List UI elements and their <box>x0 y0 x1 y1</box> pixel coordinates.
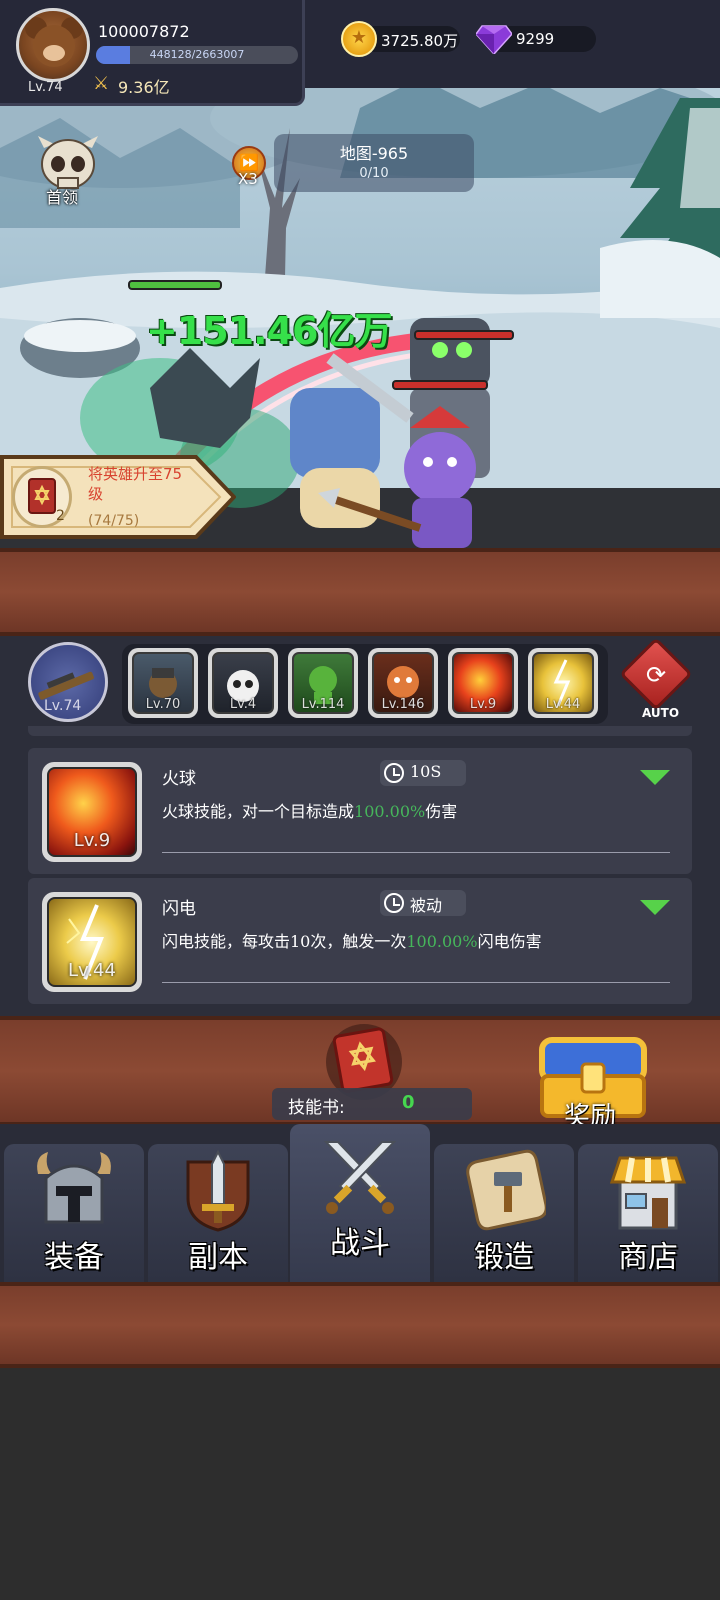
bear-snout-icon <box>43 45 65 61</box>
hero-level: Lv.74 <box>44 698 82 714</box>
skill-slot-2[interactable]: Lv.4 <box>208 648 278 718</box>
helmet-icon <box>37 1152 111 1224</box>
cooldown-text: 10S <box>410 762 442 781</box>
poison-icon: Lv.114 <box>292 652 354 714</box>
lightning-icon: Lv.44 <box>532 652 594 714</box>
quest-progress: (74/75) <box>88 513 140 529</box>
skill-slot-5[interactable]: Lv.9 <box>448 648 518 718</box>
skill-slot-1[interactable]: Lv.70 <box>128 648 198 718</box>
slot-level: Lv.4 <box>229 697 257 712</box>
skill-card-icon-frame: Lv.44 <box>42 892 142 992</box>
map-name: 地图-965 <box>339 144 409 163</box>
nav-label: 商店 <box>618 1240 678 1275</box>
skill-card-description: 火球技能，对一个目标造成100.00%伤害 <box>162 798 457 822</box>
slot-level: Lv.9 <box>469 697 497 712</box>
description-text: 伤害 <box>425 802 458 821</box>
exp-bar: 448128/2663007 <box>96 46 298 64</box>
skill-card-icon-frame: Lv.9 <box>42 762 142 862</box>
wood-divider <box>0 548 720 636</box>
cooldown-badge: 10S <box>380 760 466 786</box>
skill-panel: Lv.74 Lv.70 Lv.4 Lv.114 Lv.146 Lv.9 Lv.4… <box>0 636 720 1036</box>
boss-label: 首领 <box>46 188 79 207</box>
skill-slot-6[interactable]: Lv.44 <box>528 648 598 718</box>
battle-scene: 首领 ⏩ X3 地图-965 0/10 +151.46亿万 2 将英雄升至75级… <box>0 88 720 550</box>
divider-line <box>162 982 670 983</box>
description-text: 闪电伤害 <box>477 932 542 951</box>
monster-icon: Lv.146 <box>372 652 434 714</box>
expand-arrow-icon[interactable] <box>640 770 670 785</box>
nav-tab-forge[interactable]: 锻造 <box>434 1144 574 1282</box>
slot-level: Lv.146 <box>381 697 425 712</box>
skill-card-title: 火球 <box>162 769 196 789</box>
expand-arrow-icon[interactable] <box>640 900 670 915</box>
skill-book-count: 0 <box>402 1092 415 1113</box>
skill-book-panel: 技能书: 0 <box>272 1088 472 1120</box>
exp-text: 448128/2663007 <box>149 48 245 61</box>
description-highlight: 100.00% <box>354 802 426 821</box>
sword-shield-icon <box>186 1149 250 1232</box>
nav-label: 战斗 <box>330 1226 390 1261</box>
skill-card-lightning[interactable]: Lv.44 闪电 被动 闪电技能，每攻击10次，触发一次100.00%闪电伤害 <box>28 878 692 1004</box>
forge-scroll-icon <box>466 1149 546 1231</box>
description-highlight: 100.00% <box>406 932 478 951</box>
nav-tab-dungeon[interactable]: 副本 <box>148 1144 288 1282</box>
skill-card-level: Lv.44 <box>68 960 116 981</box>
skill-card-fireball[interactable]: Lv.9 火球 10S 火球技能，对一个目标造成100.00%伤害 <box>28 748 692 874</box>
lightning-icon: Lv.44 <box>47 897 137 987</box>
speed-label: X3 <box>238 170 258 188</box>
map-progress: 0/10 <box>359 166 389 181</box>
crossed-swords-icon <box>323 1141 397 1214</box>
gem-amount: 9299 <box>516 30 555 48</box>
bomb-skull-icon: Lv.4 <box>212 652 274 714</box>
player-avatar[interactable] <box>16 8 90 82</box>
quest-count: 2 <box>56 508 65 524</box>
refresh-icon: ⟳ <box>645 661 667 689</box>
shop-icon <box>609 1156 687 1230</box>
nav-label: 锻造 <box>474 1240 534 1275</box>
combat-power: 9.36亿 <box>118 78 170 97</box>
slot-level: Lv.114 <box>301 697 345 712</box>
skill-book-label: 技能书: <box>288 1098 345 1118</box>
cooldown-text: 被动 <box>410 896 443 915</box>
nav-tab-battle[interactable]: 战斗 <box>290 1124 430 1282</box>
nav-label: 副本 <box>188 1240 248 1275</box>
wood-divider <box>0 1282 720 1368</box>
skill-card-level: Lv.9 <box>73 830 111 851</box>
purple-gem-icon <box>476 25 512 54</box>
cannon-icon: Lv.70 <box>132 652 194 714</box>
list-top-edge <box>28 726 692 736</box>
slot-level: Lv.44 <box>545 697 581 712</box>
skill-slot-4[interactable]: Lv.146 <box>368 648 438 718</box>
skill-slot-3[interactable]: Lv.114 <box>288 648 358 718</box>
player-level: Lv.74 <box>28 80 63 95</box>
clock-icon <box>384 893 404 913</box>
top-bar: Lv.74 100007872 448128/2663007 ⚔ 9.36亿 ★… <box>0 0 720 106</box>
game-screen: Lv.74 100007872 448128/2663007 ⚔ 9.36亿 ★… <box>0 0 720 1600</box>
skill-card-description: 闪电技能，每攻击10次，触发一次100.00%闪电伤害 <box>162 928 542 952</box>
description-text: 闪电技能，每攻击10次，触发一次 <box>162 932 407 951</box>
enemy-hp-bar <box>392 380 488 390</box>
fireball-icon: Lv.9 <box>47 767 137 857</box>
nav-label: 装备 <box>44 1240 104 1275</box>
divider-line <box>162 852 670 853</box>
quest-text: 将英雄升至75级 <box>88 465 183 503</box>
gold-coin-icon: ★ <box>341 21 377 57</box>
crossed-swords-icon: ⚔ <box>93 73 110 94</box>
description-text: 火球技能，对一个目标造成 <box>162 802 355 821</box>
bottom-spacer <box>0 1370 720 1600</box>
cooldown-badge: 被动 <box>380 890 466 916</box>
map-panel: 地图-965 0/10 <box>274 134 474 192</box>
damage-number: +151.46亿万 <box>146 309 392 353</box>
nav-tab-equip[interactable]: 装备 <box>4 1144 144 1282</box>
slot-level: Lv.70 <box>145 697 181 712</box>
gold-amount: 3725.80万 <box>381 32 459 50</box>
ally-hp-bar <box>128 280 222 290</box>
fireball-icon: Lv.9 <box>452 652 514 714</box>
player-id: 100007872 <box>98 22 190 41</box>
nav-tab-shop[interactable]: 商店 <box>578 1144 718 1282</box>
clock-icon <box>384 763 404 783</box>
auto-label: AUTO <box>642 706 680 720</box>
enemy-hp-bar <box>414 330 514 340</box>
skill-card-title: 闪电 <box>162 899 196 919</box>
